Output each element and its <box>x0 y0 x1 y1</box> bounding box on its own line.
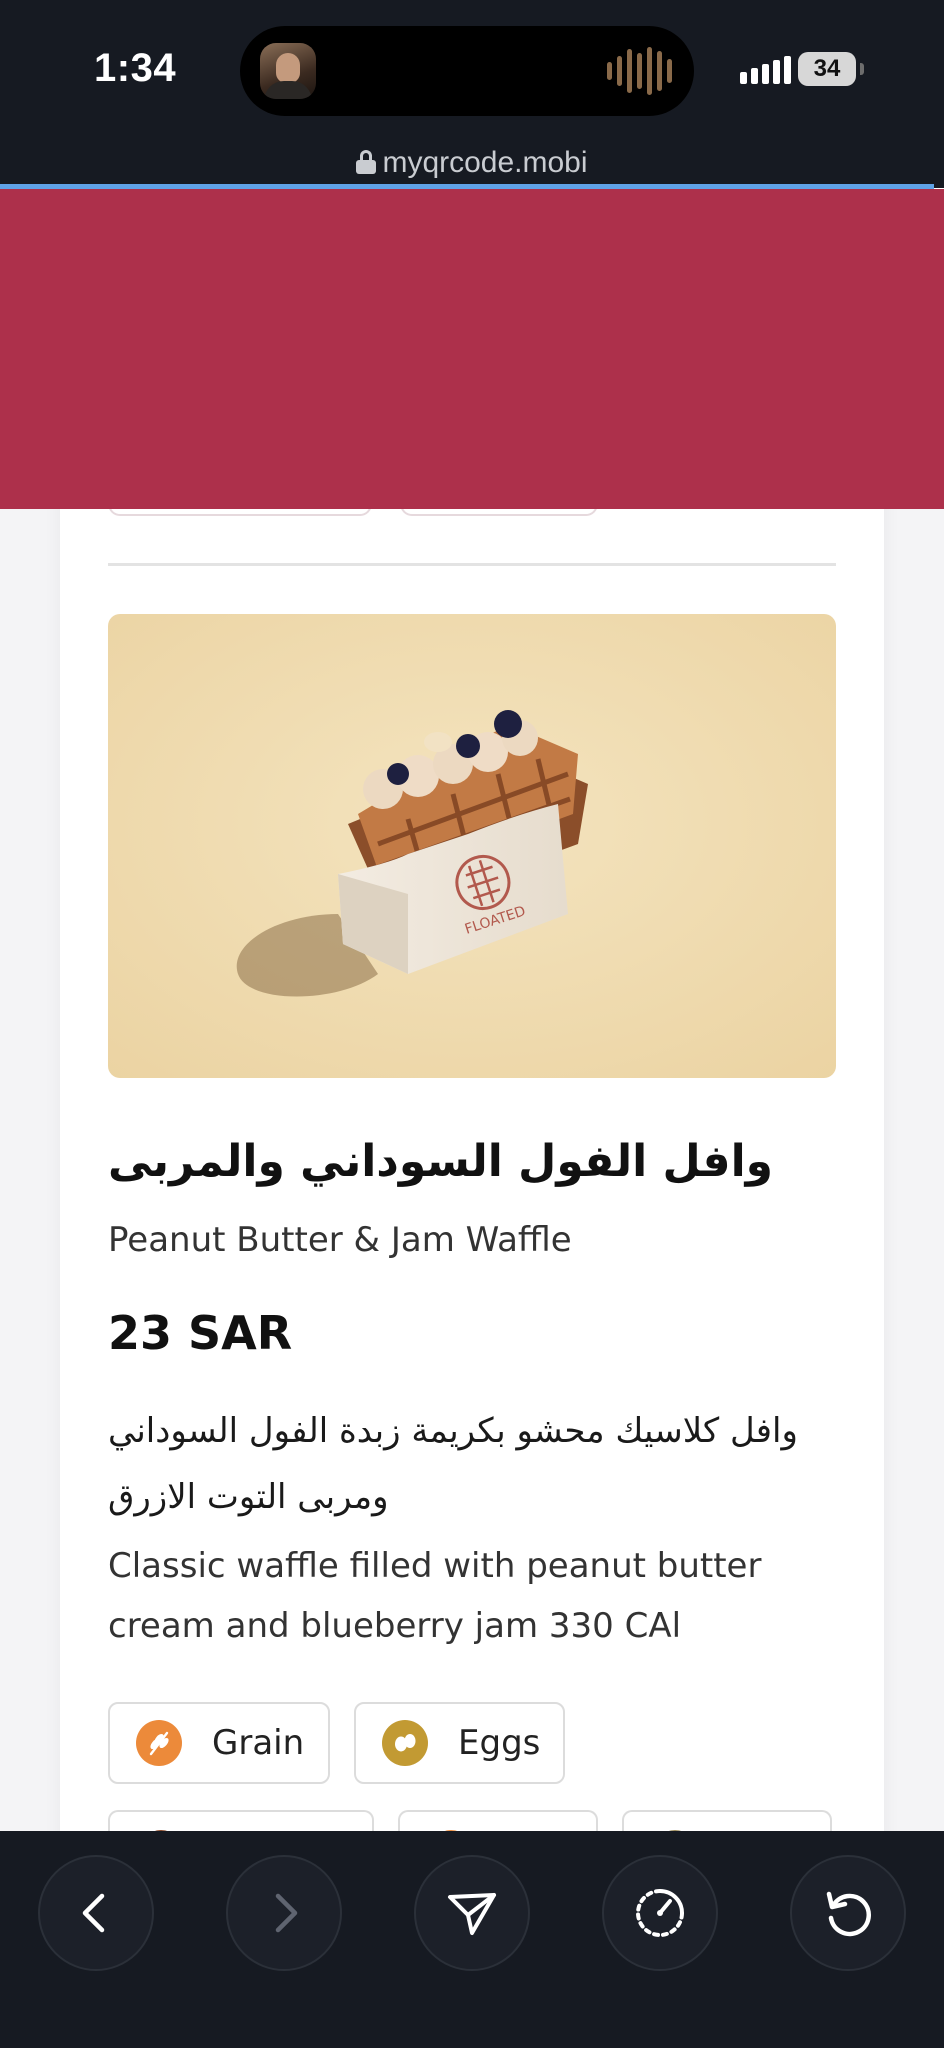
allergen-tag-eggs[interactable]: Eggs <box>354 1702 565 1784</box>
battery-level: 34 <box>813 55 841 82</box>
wheat-icon <box>136 1720 182 1766</box>
url-bar[interactable]: myqrcode.mobi <box>0 140 944 188</box>
url-text: myqrcode.mobi <box>382 146 588 179</box>
gauge-icon <box>636 1889 684 1937</box>
header-banner <box>0 189 944 509</box>
chevron-left-icon <box>82 1893 105 1933</box>
product-description-english: Classic waffle filled with peanut butter… <box>108 1546 762 1646</box>
status-time: 1:34 <box>94 46 177 90</box>
contact-avatar-icon <box>260 43 316 99</box>
chevron-right-icon <box>275 1893 298 1933</box>
product-name-english: Peanut Butter & Jam Waffle <box>108 1220 572 1260</box>
product-description-arabic: وافل كلاسيك محشو بكريمة زبدة الفول السود… <box>108 1411 798 1517</box>
waffle-product-photo[interactable]: FLOATED <box>108 614 836 1078</box>
allergen-label: Eggs <box>458 1723 541 1763</box>
eggs-icon <box>382 1720 428 1766</box>
allergen-label: Grain <box>212 1723 305 1763</box>
share-button[interactable] <box>414 1855 530 1971</box>
forward-button[interactable] <box>226 1855 342 1971</box>
back-button[interactable] <box>38 1855 154 1971</box>
cellular-signal-icon <box>740 56 791 84</box>
speed-button[interactable] <box>602 1855 718 1971</box>
reload-button[interactable] <box>790 1855 906 1971</box>
url-display[interactable]: myqrcode.mobi <box>0 146 944 180</box>
item-divider <box>108 563 836 566</box>
send-icon <box>448 1893 496 1935</box>
lock-icon <box>356 150 377 174</box>
product-name-arabic: وافل الفول السوداني والمربى <box>108 1136 774 1187</box>
allergen-tag-grain[interactable]: Grain <box>108 1702 330 1784</box>
reload-icon <box>826 1891 871 1937</box>
product-price: 23 SAR <box>108 1306 293 1360</box>
dynamic-island[interactable] <box>240 26 694 116</box>
browser-toolbar <box>0 1831 944 2048</box>
battery-icon: 34 <box>798 52 856 86</box>
status-bar: 1:34 34 <box>0 0 944 140</box>
audio-waveform-icon <box>607 46 672 96</box>
battery-tip <box>860 63 864 75</box>
